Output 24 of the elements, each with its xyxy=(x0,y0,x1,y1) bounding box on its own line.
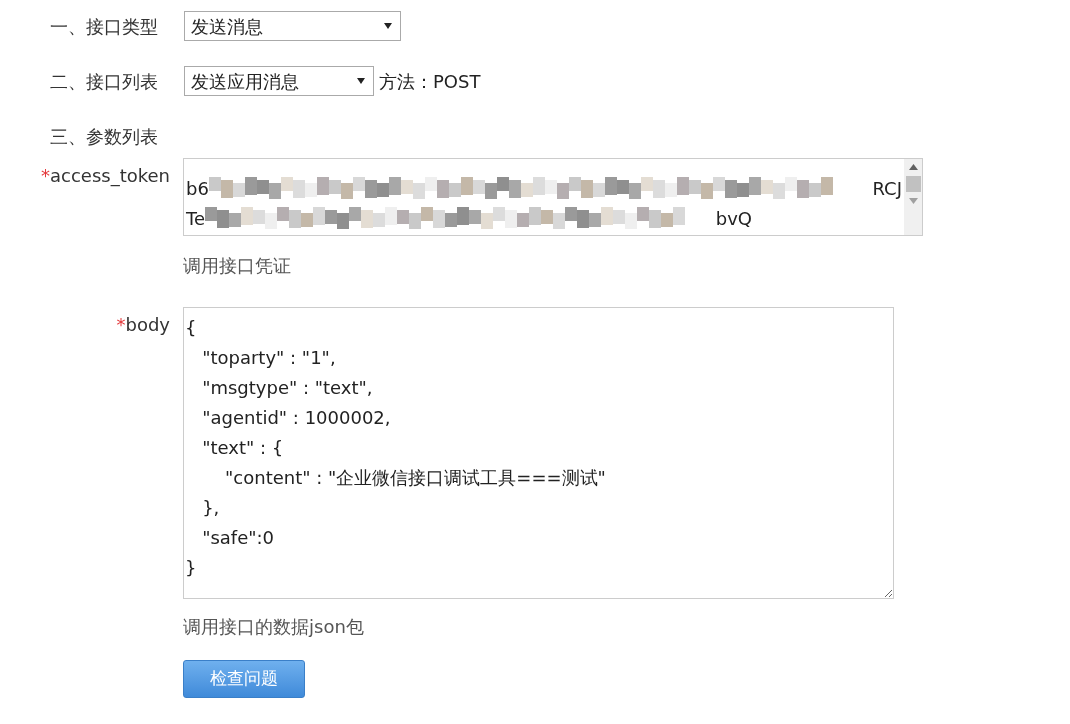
scrollbar[interactable] xyxy=(904,159,922,235)
caret-icon xyxy=(384,23,392,29)
section-heading: 三、参数列表 xyxy=(50,125,159,149)
method-text: 方法：POST xyxy=(379,69,481,94)
down-arrow-icon[interactable] xyxy=(908,198,918,204)
field-label: body xyxy=(125,313,170,337)
required-mark: * xyxy=(41,164,50,186)
required-mark: * xyxy=(116,313,126,337)
field-label: 二、接口列表 xyxy=(50,69,159,94)
select-field[interactable]: 发送消息 xyxy=(184,11,401,41)
hint-text: 调用接口的数据json包 xyxy=(183,615,365,639)
caret-icon xyxy=(357,78,365,84)
up-arrow-icon[interactable] xyxy=(908,164,918,170)
token-text: Te xyxy=(186,206,205,231)
field-label: access_token xyxy=(50,164,170,189)
select-field[interactable]: 发送应用消息 xyxy=(184,66,374,96)
token-text: RCJ xyxy=(872,176,902,201)
token-field[interactable]: b6 RCJ Te bvQ xyxy=(183,158,923,236)
field-label: 一、接口类型 xyxy=(50,14,159,39)
token-text: b6 xyxy=(186,176,209,201)
token-text: bvQ xyxy=(715,206,752,231)
hint-text: 调用接口凭证 xyxy=(183,254,292,278)
body-field[interactable]: { "toparty" : "1", "msgtype" : "text", "agentid" : 1000002, "text" : { "content" : "企业微信接口调试工具===测试" }, "safe":0 } xyxy=(183,307,894,599)
scroll-thumb[interactable] xyxy=(905,176,921,192)
